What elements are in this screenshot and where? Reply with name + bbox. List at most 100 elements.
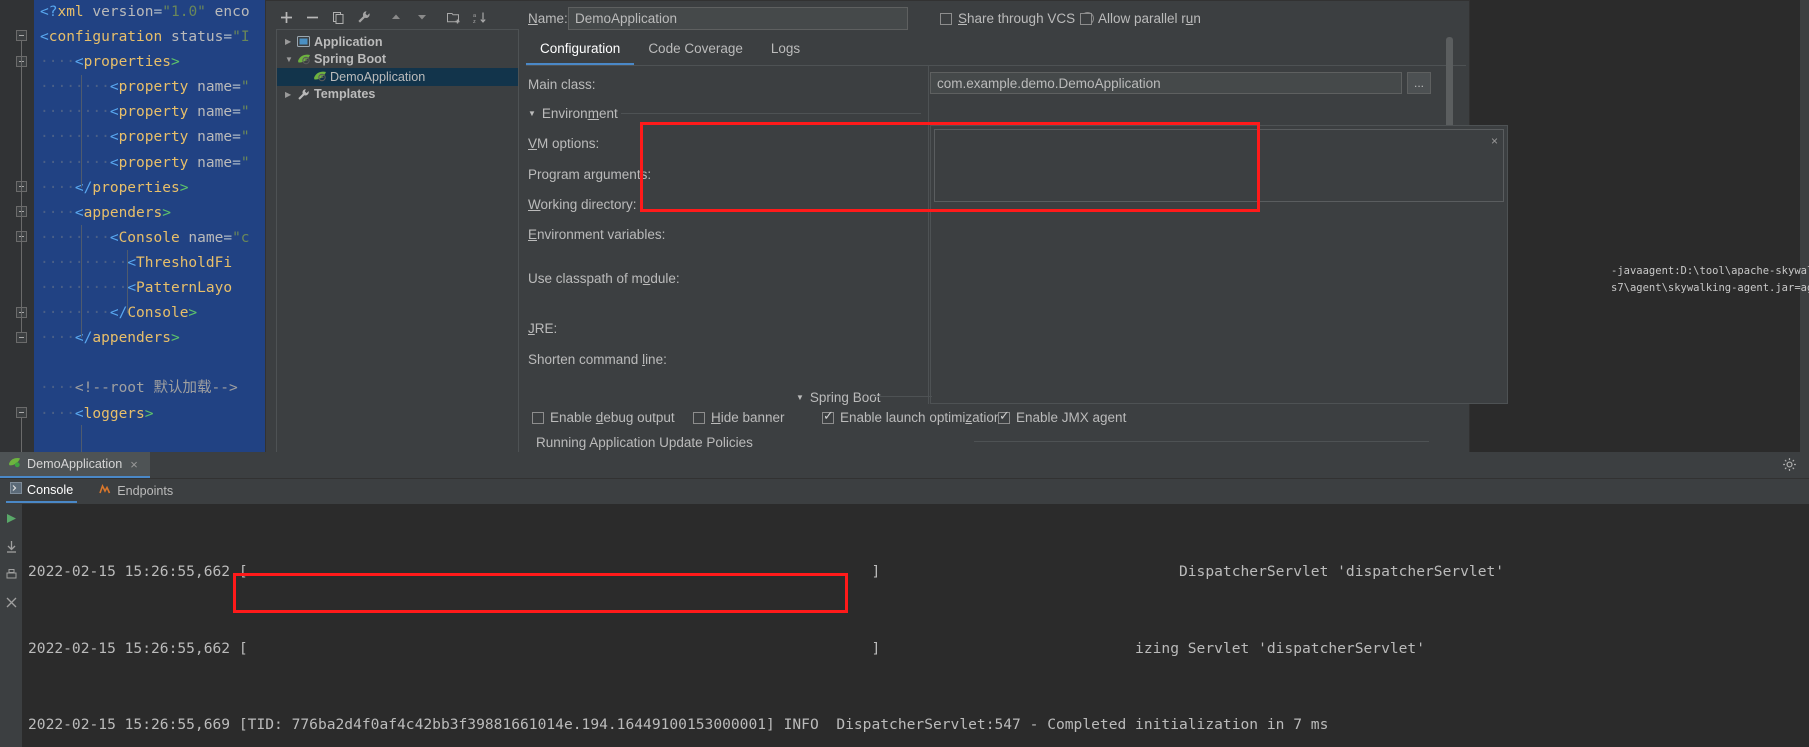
use-classpath-label: Use classpath of module:: [528, 271, 680, 286]
move-up-button[interactable]: [384, 5, 408, 29]
spring-boot-section-header[interactable]: ▼ Spring Boot: [796, 390, 880, 405]
move-down-button[interactable]: [410, 5, 434, 29]
chevron-down-icon[interactable]: ▼: [285, 55, 297, 64]
copy-configuration-button[interactable]: [326, 5, 350, 29]
run-tab-demoapplication[interactable]: DemoApplication ×: [0, 452, 150, 478]
checkbox-box[interactable]: [822, 408, 834, 424]
console-toolbar-strip: [0, 504, 22, 747]
tree-item-application[interactable]: ▶ Application: [277, 33, 518, 51]
policies-section-label: Running Application Update Policies: [536, 435, 753, 450]
run-tool-window: DemoApplication × Console Endpoints 2022…: [0, 452, 1809, 747]
fold-marker[interactable]: [16, 407, 27, 418]
subtab-endpoints[interactable]: Endpoints: [95, 481, 177, 502]
main-class-label: Main class:: [528, 77, 596, 92]
close-icon[interactable]: ×: [130, 457, 138, 472]
rerun-icon[interactable]: [4, 512, 18, 526]
editor-gutter: [0, 0, 34, 452]
scroll-to-end-icon[interactable]: [4, 540, 18, 554]
allow-parallel-run-checkbox[interactable]: Allow parallel run: [1080, 11, 1201, 26]
console-line: 2022-02-15 15:26:55,662 [ ] DispatcherSe…: [28, 563, 1505, 580]
fold-region-line: [21, 418, 22, 452]
sort-alphabetically-button[interactable]: az: [468, 5, 492, 29]
wrench-icon: [297, 88, 314, 101]
dialog-tabs[interactable]: Configuration Code Coverage Logs: [526, 37, 1466, 65]
run-tab-bar: DemoApplication ×: [0, 452, 1809, 479]
tree-toolbar: az: [274, 3, 524, 31]
remove-configuration-button[interactable]: [300, 5, 324, 29]
subtab-label: Endpoints: [117, 483, 174, 498]
section-rule: [874, 396, 932, 397]
subtab-label: Console: [27, 482, 74, 497]
tree-item-label: Templates: [314, 87, 376, 102]
endpoints-icon: [99, 483, 112, 498]
fold-region-line: [21, 67, 22, 187]
editor-scrollbar[interactable]: [1800, 0, 1809, 452]
clear-all-icon[interactable]: [4, 596, 18, 610]
chevron-right-icon[interactable]: ▶: [285, 90, 297, 99]
run-subtabs[interactable]: Console Endpoints: [0, 479, 1809, 504]
checkbox-box[interactable]: [1080, 12, 1092, 25]
checkbox-box[interactable]: [998, 408, 1010, 424]
allow-parallel-run-label: Allow parallel run: [1098, 11, 1201, 26]
subtab-console[interactable]: Console: [6, 480, 78, 503]
vm-options-value: -javaagent:D:\tool\apache-skywalking-apm…: [1611, 265, 1809, 294]
browse-main-class-button[interactable]: ...: [1407, 72, 1431, 94]
chevron-right-icon[interactable]: ▶: [285, 37, 297, 46]
main-class-input[interactable]: [930, 72, 1402, 94]
checkbox-box[interactable]: [532, 411, 544, 424]
hide-banner-checkbox[interactable]: Hide banner: [693, 410, 785, 425]
new-folder-button[interactable]: [442, 5, 466, 29]
indent-guide: [81, 225, 82, 338]
enable-debug-output-checkbox[interactable]: Enable debug output: [532, 410, 675, 425]
tab-logs[interactable]: Logs: [757, 37, 814, 63]
checkbox-box[interactable]: [940, 12, 952, 25]
enable-jmx-agent-checkbox[interactable]: Enable JMX agent: [998, 408, 1126, 425]
working-directory-label: Working directory:: [528, 197, 637, 212]
tree-item-label: Application: [314, 34, 383, 49]
fold-marker[interactable]: [16, 30, 27, 41]
clear-vm-options-icon[interactable]: ×: [1491, 134, 1498, 148]
tree-item-demoapplication[interactable]: DemoApplication: [277, 68, 518, 86]
tree-item-templates[interactable]: ▶ Templates: [277, 86, 518, 104]
console-icon: [10, 482, 22, 497]
tab-code-coverage[interactable]: Code Coverage: [634, 37, 757, 63]
tree-item-label: DemoApplication: [330, 69, 426, 84]
section-rule: [621, 113, 921, 114]
environment-variables-label: Environment variables:: [528, 227, 666, 242]
indent-guide: [81, 75, 82, 188]
console-line: 2022-02-15 15:26:55,669 [TID: 776ba2d4f0…: [28, 716, 1329, 733]
share-through-vcs-label: Share through VCS: [958, 11, 1076, 26]
tab-configuration[interactable]: Configuration: [526, 37, 635, 65]
program-arguments-label: Program arguments:: [528, 167, 652, 182]
environment-section-label: Environment: [541, 106, 618, 121]
chevron-down-icon[interactable]: ▼: [528, 109, 536, 118]
dialog-scrollbar[interactable]: [1446, 37, 1453, 132]
spring-boot-section-label: Spring Boot: [809, 390, 881, 405]
checkbox-box[interactable]: [693, 411, 705, 424]
svg-text:z: z: [473, 19, 476, 24]
vm-options-input[interactable]: -javaagent:D:\tool\apache-skywalking-apm…: [934, 129, 1809, 294]
enable-launch-optimization-checkbox[interactable]: Enable launch optimization: [822, 408, 1001, 425]
tree-item-spring-boot[interactable]: ▼ Spring Boot: [277, 51, 518, 69]
application-icon: [297, 35, 314, 48]
spring-boot-icon: [8, 456, 21, 472]
print-icon[interactable]: [4, 568, 18, 582]
tab-divider: [526, 65, 1466, 66]
share-through-vcs-checkbox[interactable]: Share through VCS ?: [940, 11, 1095, 26]
name-input[interactable]: [568, 7, 908, 30]
gear-icon[interactable]: [1782, 457, 1797, 475]
section-rule: [974, 441, 1429, 442]
add-configuration-button[interactable]: [274, 5, 298, 29]
console-output[interactable]: 2022-02-15 15:26:55,662 [ ] DispatcherSe…: [22, 504, 1809, 747]
configurations-tree[interactable]: ▶ Application ▼ Spring Boot DemoApplicat…: [276, 29, 519, 524]
chevron-down-icon[interactable]: ▼: [796, 393, 804, 402]
fold-marker[interactable]: [16, 332, 27, 343]
enable-debug-output-label: Enable debug output: [550, 410, 675, 425]
tree-item-label: Spring Boot: [314, 52, 387, 67]
vm-options-label: VM options:: [528, 136, 600, 151]
environment-section-header[interactable]: ▼ Environment: [528, 106, 618, 121]
jre-label: JRE:: [528, 321, 558, 336]
edit-templates-button[interactable]: [352, 5, 376, 29]
spring-boot-icon: [313, 70, 330, 83]
indent-guide: [127, 250, 128, 313]
